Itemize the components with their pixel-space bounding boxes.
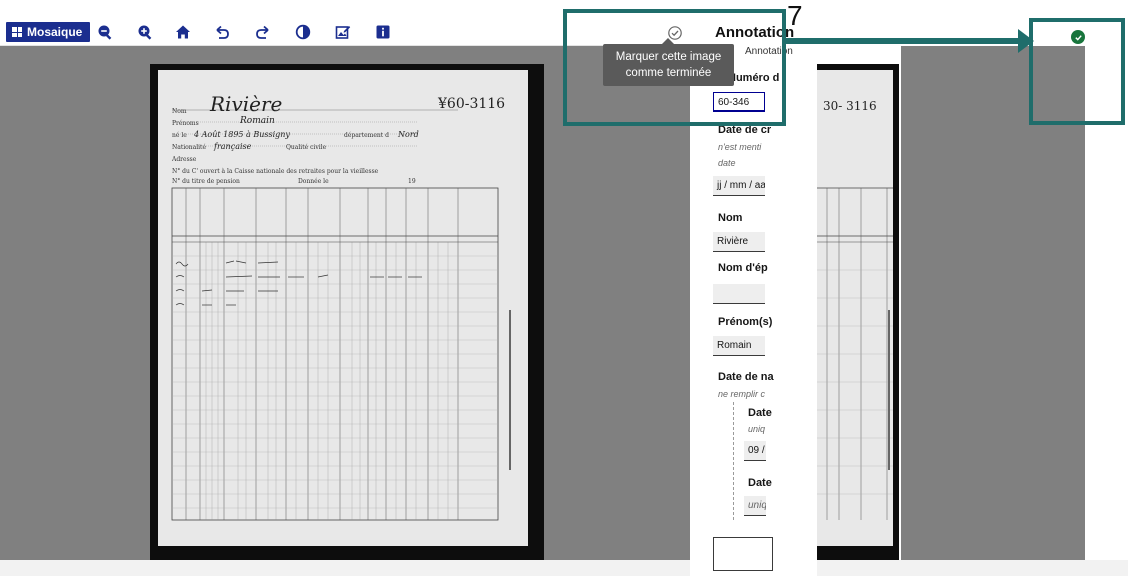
document-nationality: française [214, 142, 252, 151]
zoomed-document-page: 30- 3116 [817, 70, 893, 546]
document-label-nom: Nom [172, 108, 187, 115]
app-root: Mosaique Rivière Romain ¥60-3116 Nom Pré… [0, 0, 1128, 576]
viewer-footer [0, 560, 690, 576]
document-page: Rivière Romain ¥60-3116 Nom Prénoms né l… [158, 70, 528, 546]
document-label-ne-le: né le [172, 132, 187, 139]
nested-date2-label: Date [748, 477, 772, 489]
date-creation-hint2: date [718, 158, 736, 168]
date-naissance-label: Date de na [718, 371, 774, 383]
document-ref-number: ¥60-3116 [438, 96, 506, 112]
contrast-icon[interactable] [294, 23, 312, 41]
mosaic-label: Mosaique [27, 25, 83, 39]
document-label-donne: Donnée le [298, 178, 329, 185]
nom-epouse-label: Nom d'ép [718, 262, 768, 274]
nested-date-input[interactable]: 09 / [744, 441, 766, 461]
date-creation-hint: n'est menti [718, 142, 762, 152]
document-label-qualite: Qualité civile [286, 144, 327, 151]
zoomed-document-strip: 30- 3116 [817, 64, 899, 560]
highlight-box-mark-done [563, 9, 786, 126]
info-icon[interactable] [374, 23, 392, 41]
document-label-titre: N° du titre de pension [172, 178, 240, 185]
mosaic-button[interactable]: Mosaique [6, 22, 90, 42]
document-firstname: Romain [240, 116, 275, 126]
nom-label: Nom [718, 212, 743, 224]
annotation-arrow-head [1018, 29, 1034, 53]
zoom-footer [817, 560, 1128, 576]
document-dept: Nord [398, 130, 419, 139]
home-icon[interactable] [174, 23, 192, 41]
date-naissance-hint: ne remplir c [718, 389, 766, 399]
zoomed-table-drawing: 30- 3116 [817, 99, 893, 520]
grid-icon [12, 27, 22, 37]
edit-image-icon[interactable] [334, 23, 352, 41]
highlight-box-completed [1029, 18, 1125, 125]
document-label-adresse: Adresse [172, 156, 197, 163]
nested-group-line [733, 402, 734, 520]
nom-epouse-input[interactable] [713, 284, 765, 304]
nested-date-label: Date [748, 407, 772, 419]
redo-icon[interactable] [254, 23, 272, 41]
nom-input[interactable]: Rivière [713, 232, 765, 252]
prenoms-input[interactable]: Romain [713, 336, 765, 356]
document-image[interactable]: Rivière Romain ¥60-3116 Nom Prénoms né l… [150, 64, 544, 560]
zoomed-ref-number: 30- 3116 [823, 99, 877, 113]
document-birth: 4 Août 1895 à Bussigny [194, 130, 290, 139]
nested-hint: uniq [748, 424, 766, 434]
annotation-arrow-line [786, 38, 1022, 44]
bottom-action-box[interactable] [713, 537, 773, 571]
document-label-compte: N° du C' ouvert à la Caisse nationale de… [172, 168, 379, 175]
prenoms-label: Prénom(s) [718, 316, 773, 328]
undo-icon[interactable] [213, 23, 231, 41]
zoom-in-icon[interactable] [136, 23, 154, 41]
document-label-nineteen: 19 [408, 178, 416, 185]
nested-date2-input[interactable]: uniq [744, 496, 766, 516]
document-label-prenoms: Prénoms [172, 120, 199, 127]
step-number: 7 [787, 0, 803, 31]
document-label-departement: département d [344, 132, 389, 139]
document-surname: Rivière [210, 92, 283, 116]
date-creation-input[interactable]: jj / mm / aa [713, 176, 765, 196]
document-label-nationalite: Nationalité [172, 144, 207, 151]
zoom-out-icon[interactable] [96, 23, 114, 41]
